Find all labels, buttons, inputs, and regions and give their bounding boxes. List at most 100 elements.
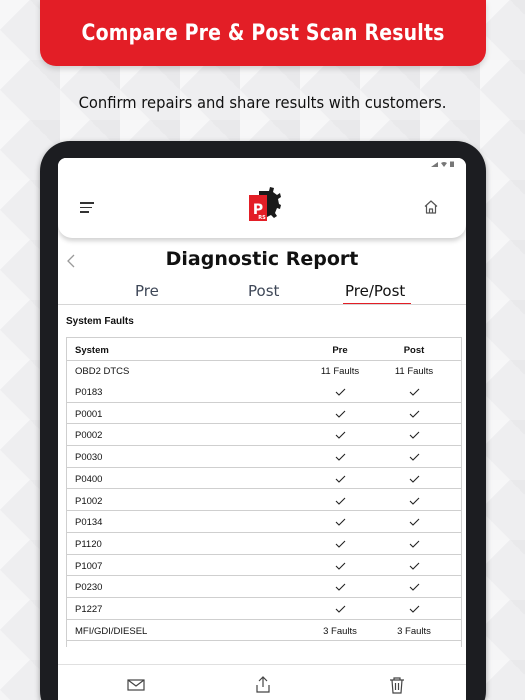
cell-system: P0400 [75, 473, 103, 485]
cell-system: P0001 [75, 408, 103, 420]
svg-text:RS: RS [258, 215, 266, 221]
cell-system: P1227 [75, 604, 103, 615]
cell-post: 3 Faults [397, 625, 431, 637]
cell-system: P0002 [75, 430, 103, 442]
cell-pre: 11 Faults [320, 366, 360, 377]
cell-post [379, 410, 449, 421]
table-row: P1007 [67, 555, 461, 577]
check-icon [409, 475, 419, 483]
table-row: P1002 [67, 490, 461, 512]
check-icon [409, 562, 419, 570]
cell-post [379, 388, 449, 399]
bottom-toolbar-divider [58, 664, 466, 665]
cell-post [379, 475, 449, 486]
check-icon [335, 475, 345, 483]
check-icon [409, 583, 419, 592]
share-icon[interactable] [254, 676, 272, 694]
cell-post [379, 431, 449, 442]
check-icon [335, 497, 345, 505]
table-row: P1227 [67, 598, 461, 620]
check-icon [409, 453, 419, 461]
table-row: P0030 [67, 446, 461, 468]
cell-pre [305, 497, 375, 508]
hamburger-menu-icon[interactable] [80, 202, 94, 214]
check-icon [335, 583, 345, 592]
cell-pre [305, 388, 375, 399]
cell-system: P0134 [75, 517, 103, 529]
check-icon [409, 518, 419, 526]
home-icon[interactable] [423, 199, 439, 215]
cell-pre [305, 431, 375, 442]
table-group-row: MFI/GDI/DIESEL 3 Faults 3 Faults [67, 620, 461, 642]
check-icon [335, 540, 345, 548]
check-icon [409, 432, 419, 440]
check-icon [409, 388, 419, 396]
faults-table: System Pre Post OBD2 DTCS 11 Faults 11 Fau… [66, 337, 462, 647]
cell-system: P0030 [75, 452, 103, 464]
cell-system: P1002 [75, 495, 103, 507]
cell-system: OBD2 DTCS [75, 366, 130, 377]
tab-post[interactable]: Post [248, 282, 279, 300]
table-row: P0134 [67, 511, 461, 533]
cell-post: 11 Faults [394, 366, 434, 377]
promo-banner: Compare Pre & Post Scan Results [40, 0, 486, 66]
check-icon [409, 540, 419, 548]
cell-post [379, 497, 449, 508]
check-icon [335, 432, 345, 440]
report-tabs: Pre Post Pre/Post [58, 282, 466, 306]
check-icon [409, 497, 419, 505]
tabs-divider [58, 304, 466, 305]
cell-pre [305, 453, 375, 464]
report-title: Diagnostic Report [165, 248, 359, 270]
cell-pre [305, 518, 375, 529]
cell-system: P1007 [75, 560, 103, 572]
app-header: P RS [58, 158, 466, 238]
tablet-screen: P RS Diagnostic Report Pre Post Pre/Post… [58, 158, 466, 700]
cell-system: P0230 [75, 582, 103, 594]
table-row: P0001 [67, 403, 461, 425]
check-icon [335, 605, 345, 613]
cell-post [379, 583, 449, 594]
table-row: P0183 [67, 381, 461, 403]
column-header-system: System [75, 345, 109, 356]
wifi-icon [441, 161, 447, 167]
cell-post [379, 605, 449, 616]
table-row: P0002 [67, 424, 461, 447]
check-icon [335, 453, 345, 461]
table-row: P0230 [67, 576, 461, 598]
cell-pre [305, 583, 375, 594]
cell-system: P1120 [75, 538, 102, 550]
cell-post [379, 562, 449, 573]
tab-pre[interactable]: Pre [135, 282, 159, 300]
column-header-pre: Pre [332, 345, 348, 356]
cell-pre [305, 605, 375, 616]
table-row: P0400 [67, 468, 461, 490]
gear-logo-icon: P RS [249, 187, 281, 221]
cell-pre [305, 562, 375, 573]
trash-icon[interactable] [388, 676, 406, 694]
table-group-row: OBD2 DTCS 11 Faults 11 Faults [67, 361, 461, 381]
check-icon [335, 388, 345, 396]
cell-pre [305, 540, 375, 551]
mail-icon[interactable] [127, 676, 145, 694]
status-bar-icons [431, 161, 454, 167]
cell-system: MFI/GDI/DIESEL [75, 625, 148, 637]
cell-pre [305, 410, 375, 421]
cell-post [379, 540, 449, 551]
promo-subtitle: Confirm repairs and share results with c… [78, 93, 447, 112]
section-label-system-faults: System Faults [66, 316, 134, 327]
column-header-post: Post [403, 345, 425, 356]
tab-pre-post[interactable]: Pre/Post [345, 282, 405, 300]
table-row: P1120 [67, 533, 461, 555]
table-header-row: System Pre Post [67, 338, 461, 361]
battery-icon [450, 161, 454, 167]
banner-title: Compare Pre & Post Scan Results [81, 20, 445, 46]
cell-post [379, 518, 449, 529]
check-icon [409, 605, 419, 613]
check-icon [409, 410, 419, 418]
check-icon [335, 562, 345, 570]
cell-pre [305, 475, 375, 486]
check-icon [335, 518, 345, 526]
check-icon [335, 410, 345, 418]
cell-pre: 3 Faults [323, 625, 357, 637]
